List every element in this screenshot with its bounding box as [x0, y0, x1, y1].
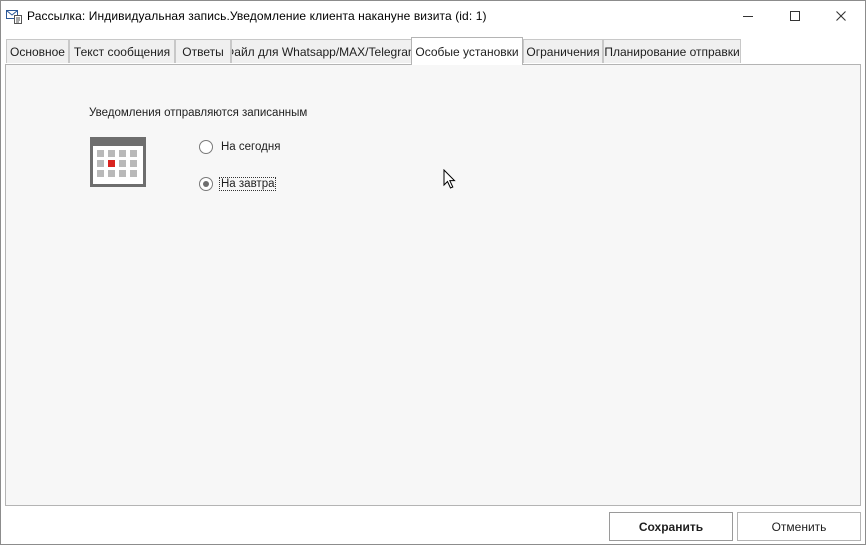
calendar-icon: [90, 137, 146, 187]
radio-option-today[interactable]: На сегодня: [199, 138, 281, 156]
tab-message-text[interactable]: Текст сообщения: [69, 39, 175, 63]
tab-send-schedule[interactable]: Планирование отправки: [603, 39, 741, 63]
tab-content-panel: [5, 64, 861, 506]
radio-label-today: На сегодня: [221, 141, 281, 153]
tab-label: Основное: [10, 44, 65, 59]
tab-label: Ограничения: [526, 44, 600, 59]
tab-messenger-file[interactable]: Файл для Whatsapp/MAX/Telegram: [231, 39, 412, 63]
tab-label: Планирование отправки: [604, 44, 740, 59]
radio-button-selected[interactable]: [199, 177, 213, 191]
tab-label: Текст сообщения: [73, 44, 171, 59]
tab-restrictions[interactable]: Ограничения: [523, 39, 603, 63]
tab-label: Ответы: [182, 44, 224, 59]
tab-main[interactable]: Основное: [6, 39, 69, 63]
tab-label: Файл для Whatsapp/MAX/Telegram: [231, 44, 412, 59]
radio-selected-dot: [203, 181, 209, 187]
cancel-button[interactable]: Отменить: [737, 512, 861, 541]
radio-option-tomorrow[interactable]: На завтра: [199, 175, 277, 193]
tab-strip: Основное Текст сообщения Ответы Файл для…: [6, 37, 862, 65]
minimize-button[interactable]: [725, 1, 771, 31]
minimize-icon: [743, 16, 753, 17]
maximize-icon: [790, 11, 800, 21]
window-title: Рассылка: Индивидуальная запись.Уведомле…: [27, 9, 487, 23]
dialog-window: Рассылка: Индивидуальная запись.Уведомле…: [0, 0, 866, 545]
tab-special-settings[interactable]: Особые установки: [411, 37, 523, 65]
app-mail-icon: [6, 10, 22, 24]
radio-label-tomorrow: На завтра: [218, 177, 277, 191]
recipients-section-label: Уведомления отправляются записанным: [89, 107, 308, 119]
tab-label: Особые установки: [415, 44, 519, 59]
close-icon: [836, 11, 846, 21]
title-bar[interactable]: Рассылка: Индивидуальная запись.Уведомле…: [1, 1, 865, 31]
tab-replies[interactable]: Ответы: [175, 39, 231, 63]
mouse-cursor-icon: [443, 169, 456, 189]
radio-button[interactable]: [199, 140, 213, 154]
maximize-button[interactable]: [772, 1, 818, 31]
save-button[interactable]: Сохранить: [609, 512, 733, 541]
close-button[interactable]: [818, 1, 864, 31]
